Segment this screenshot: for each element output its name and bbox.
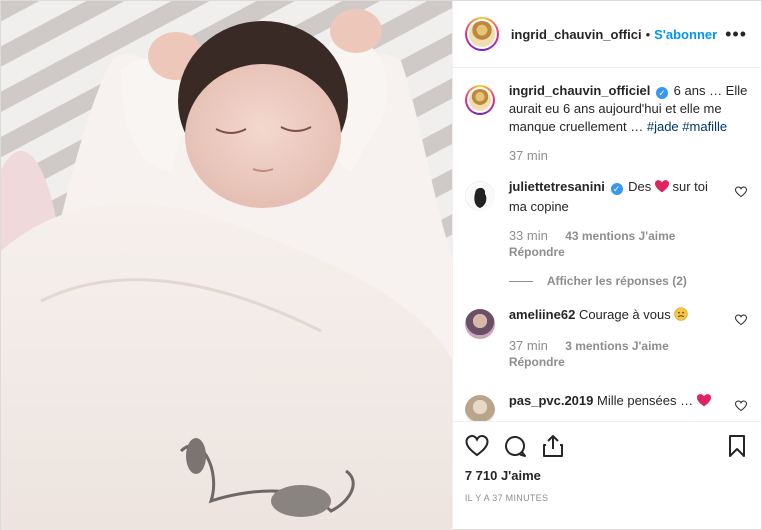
caption: ingrid_chauvin_officiel ✓ 6 ans … Elle a… — [464, 82, 749, 164]
action-icons — [465, 422, 749, 464]
commenter-avatar[interactable] — [464, 395, 495, 421]
comment-text: Courage à vous — [578, 307, 671, 322]
replies-divider — [508, 280, 533, 282]
comment-time: 33 min — [508, 228, 548, 243]
more-options-icon[interactable]: ••• — [725, 25, 747, 43]
instagram-post: ingrid_chauvin_offici • S'abonner ••• in… — [0, 0, 762, 530]
comments-section[interactable]: ingrid_chauvin_officiel ✓ 6 ans … Elle a… — [453, 68, 761, 421]
silhouette-avatar-icon — [466, 183, 495, 211]
comment-likes[interactable]: 3 mentions J'aime — [565, 339, 669, 353]
post-header: ingrid_chauvin_offici • S'abonner ••• — [452, 1, 761, 68]
heart-outline-icon[interactable] — [465, 434, 489, 458]
caption-time: 37 min — [508, 148, 548, 163]
comment-like-icon[interactable] — [735, 314, 747, 326]
follow-button[interactable]: S'abonner — [654, 27, 717, 42]
commenter-avatar[interactable] — [464, 309, 495, 339]
bookmark-icon[interactable] — [725, 434, 749, 458]
view-replies-label: Afficher les réponses (2) — [546, 274, 687, 288]
comment-like-icon[interactable] — [735, 186, 747, 198]
caption-avatar[interactable] — [464, 85, 495, 115]
comment-item: ameliine62 Courage à vous 37 min 3 menti… — [464, 306, 749, 370]
red-heart-emoji-icon — [654, 180, 669, 198]
author-avatar[interactable] — [464, 17, 499, 51]
comment-like-icon[interactable] — [735, 400, 747, 412]
sad-face-emoji-icon — [674, 307, 688, 326]
comment-item: pas_pvc.2019 Mille pensées … — [464, 392, 749, 421]
reply-button[interactable]: Répondre — [509, 244, 727, 260]
comment-username[interactable]: pas_pvc.2019 — [509, 393, 594, 408]
comment-username[interactable]: juliettetresanini — [509, 179, 605, 194]
comment-text-start: Des — [628, 179, 652, 194]
comment-bubble-icon[interactable] — [503, 434, 527, 458]
red-heart-emoji-icon — [696, 394, 711, 412]
view-replies-button[interactable]: Afficher les réponses (2) — [508, 274, 749, 288]
reply-button[interactable]: Répondre — [509, 354, 727, 370]
commenter-avatar[interactable] — [464, 181, 495, 211]
comment-username[interactable]: ameliine62 — [509, 307, 576, 322]
author-username[interactable]: ingrid_chauvin_offici — [511, 27, 642, 42]
separator-dot: • — [645, 26, 651, 42]
hashtag-jade[interactable]: #jade — [647, 119, 679, 134]
share-icon[interactable] — [541, 434, 565, 458]
comment-text: Mille pensées … — [597, 393, 694, 408]
post-actions: 7 710 J'aime IL Y A 37 MINUTES — [452, 421, 761, 530]
baby-photo-illustration — [1, 1, 452, 530]
post-sidebar: ingrid_chauvin_offici • S'abonner ••• in… — [451, 1, 761, 530]
verified-badge-icon: ✓ — [610, 183, 623, 195]
hashtag-mafille[interactable]: #mafille — [682, 119, 727, 134]
caption-username[interactable]: ingrid_chauvin_officiel — [509, 83, 651, 98]
verified-badge-icon: ✓ — [656, 87, 669, 99]
likes-count[interactable]: 7 710 J'aime — [465, 468, 749, 483]
comment-item: juliettetresanini ✓ Des sur toi ma copin… — [464, 178, 749, 260]
post-photo[interactable] — [1, 1, 452, 530]
comment-time: 37 min — [508, 338, 548, 353]
post-timestamp: IL Y A 37 MINUTES — [464, 493, 549, 503]
comment-likes[interactable]: 43 mentions J'aime — [565, 229, 675, 243]
